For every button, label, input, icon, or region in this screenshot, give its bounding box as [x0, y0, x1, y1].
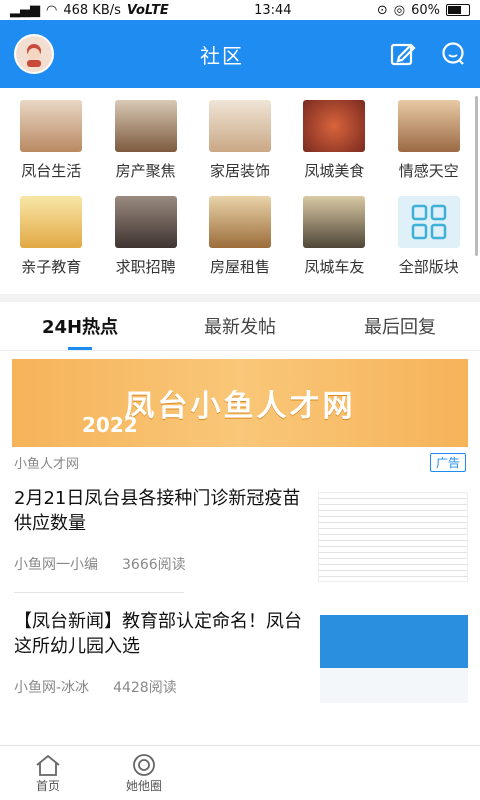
feed-tabs: 24H热点 最新发帖 最后回复 — [0, 302, 480, 351]
tab-latest-posts[interactable]: 最新发帖 — [160, 302, 320, 350]
category-label: 情感天空 — [398, 162, 459, 180]
app-header: 社区 — [0, 20, 480, 88]
category-home-decor[interactable]: 家居装饰 — [193, 98, 287, 194]
news-title: 【凤台新闻】教育部认定命名！凤台这所幼儿园入选 — [14, 611, 302, 657]
tab-24h-hot[interactable]: 24H热点 — [0, 302, 160, 350]
category-parenting[interactable]: 亲子教育 — [4, 194, 98, 290]
news-item[interactable]: 【凤台新闻】教育部认定命名！凤台这所幼儿园入选 小鱼网-冰冰 4428阅读 — [0, 593, 480, 703]
news-reads: 4428阅读 — [113, 680, 177, 696]
location-icon: ◎ — [393, 2, 406, 18]
scrollbar[interactable] — [475, 96, 478, 256]
category-label: 房屋租售 — [209, 258, 270, 276]
category-label: 求职招聘 — [115, 258, 176, 276]
home-icon — [36, 754, 60, 776]
category-rentals[interactable]: 房屋租售 — [193, 194, 287, 290]
category-thumb — [303, 196, 366, 248]
wifi-icon: ◠ — [46, 2, 58, 18]
avatar-icon — [27, 44, 41, 67]
category-thumb — [114, 196, 177, 248]
category-car-club[interactable]: 凤城车友 — [287, 194, 381, 290]
category-real-estate[interactable]: 房产聚焦 — [98, 98, 192, 194]
compose-icon[interactable] — [390, 41, 416, 67]
news-thumbnail — [320, 615, 468, 703]
news-thumbnail — [318, 492, 468, 582]
network-type: VoLTE — [126, 2, 169, 18]
category-label: 凤城美食 — [304, 162, 365, 180]
battery-icon — [445, 4, 470, 16]
network-speed: 468 KB/s — [63, 2, 121, 18]
news-item[interactable]: 2月21日凤台县各接种门诊新冠疫苗供应数量 小鱼网一小编 3666阅读 — [0, 472, 480, 582]
all-boards-icon — [397, 196, 460, 248]
ad-badge: 广告 — [429, 453, 466, 472]
tab-last-reply[interactable]: 最后回复 — [320, 302, 480, 350]
page-title: 社区 — [200, 43, 244, 68]
category-thumb — [208, 196, 271, 248]
clock: 13:44 — [254, 2, 292, 18]
category-label: 亲子教育 — [21, 258, 82, 276]
ad-banner[interactable]: 凤台小鱼人才网 2022 — [12, 359, 468, 447]
category-thumb — [397, 100, 460, 152]
news-author: 小鱼网-冰冰 — [14, 680, 90, 696]
category-fengtai-life[interactable]: 凤台生活 — [4, 98, 98, 194]
category-all-boards[interactable]: 全部版块 — [382, 194, 476, 290]
tab-circle[interactable]: 她他圈 — [96, 746, 192, 800]
category-label: 凤城车友 — [304, 258, 365, 276]
signal-icon: ▂▄▆ — [10, 2, 40, 18]
news-author: 小鱼网一小编 — [14, 557, 98, 573]
category-thumb — [208, 100, 271, 152]
ad-meta: 小鱼人才网 广告 — [0, 447, 480, 472]
lock-rotation-icon: ⊙ — [376, 2, 388, 18]
category-label: 房产聚焦 — [115, 162, 176, 180]
tab-home[interactable]: 首页 — [0, 746, 96, 800]
category-emotion[interactable]: 情感天空 — [382, 98, 476, 194]
category-thumb — [20, 196, 83, 248]
tab-home-label: 首页 — [35, 778, 60, 793]
category-jobs[interactable]: 求职招聘 — [98, 194, 192, 290]
avatar[interactable] — [14, 34, 54, 74]
news-reads: 3666阅读 — [122, 557, 186, 573]
ad-source: 小鱼人才网 — [14, 457, 80, 472]
news-title: 2月21日凤台县各接种门诊新冠疫苗供应数量 — [14, 488, 301, 534]
message-bubble-icon[interactable] — [440, 41, 466, 67]
category-thumb — [303, 100, 366, 152]
category-grid: 凤台生活 房产聚焦 家居装饰 凤城美食 情感天空 亲子教育 求职招聘 房屋租售 … — [0, 88, 480, 290]
ad-year: 2022 — [82, 413, 138, 437]
tab-circle-label: 她他圈 — [125, 778, 162, 793]
category-thumb — [114, 100, 177, 152]
status-bar: ▂▄▆ ◠ 468 KB/s VoLTE 13:44 ⊙ ◎ 60% — [0, 0, 480, 20]
category-label: 凤台生活 — [21, 162, 82, 180]
bottom-tab-bar: 首页 她他圈 — [0, 745, 480, 800]
category-thumb — [20, 100, 83, 152]
category-label: 家居装饰 — [209, 162, 270, 180]
ad-headline: 凤台小鱼人才网 — [124, 389, 356, 424]
category-label: 全部版块 — [398, 258, 459, 276]
circle-icon — [133, 753, 155, 776]
category-food[interactable]: 凤城美食 — [287, 98, 381, 194]
section-divider — [0, 294, 480, 302]
battery-percent: 60% — [411, 2, 440, 18]
